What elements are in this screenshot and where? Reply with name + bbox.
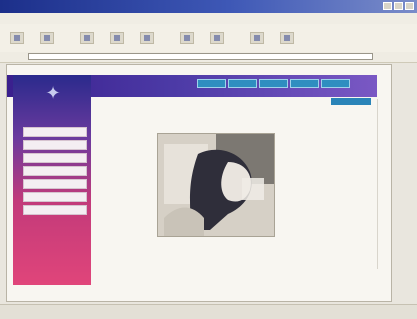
sidebar-item-7[interactable] [23, 205, 87, 215]
site-nav [197, 79, 350, 88]
sidebar-item-2[interactable] [23, 140, 87, 150]
close-button[interactable] [405, 2, 414, 10]
sidebar-item-4[interactable] [23, 166, 87, 176]
photo-image [158, 134, 274, 236]
refresh-button[interactable] [110, 32, 124, 44]
nav-tab-4[interactable] [290, 79, 319, 88]
back-button[interactable] [10, 32, 24, 44]
site-sidebar: ✦ [13, 75, 91, 285]
sidebar-menu [23, 127, 87, 218]
menu-bar [0, 13, 417, 24]
forward-button[interactable] [40, 32, 54, 44]
content-divider [377, 99, 378, 269]
sidebar-item-1[interactable] [23, 127, 87, 137]
nav-tab-2[interactable] [228, 79, 257, 88]
mail-button[interactable] [280, 32, 294, 44]
print-button[interactable] [250, 32, 264, 44]
nav-tab-5[interactable] [321, 79, 350, 88]
favorites-button[interactable] [210, 32, 224, 44]
minimize-button[interactable] [383, 2, 392, 10]
sidebar-item-5[interactable] [23, 179, 87, 189]
home-button[interactable] [140, 32, 154, 44]
window-title-bar[interactable] [0, 0, 417, 13]
nav-tab-3[interactable] [259, 79, 288, 88]
browser-toolbar [0, 24, 417, 53]
address-bar [0, 52, 417, 63]
sidebar-item-6[interactable] [23, 192, 87, 202]
window-controls [383, 2, 414, 10]
address-input[interactable] [28, 53, 373, 60]
stop-button[interactable] [80, 32, 94, 44]
page-viewport[interactable]: ✦ [6, 64, 392, 302]
status-bar [0, 304, 417, 319]
featured-photo [157, 133, 275, 237]
header-sub-button[interactable] [331, 98, 371, 105]
maximize-button[interactable] [394, 2, 403, 10]
nav-tab-1[interactable] [197, 79, 226, 88]
sidebar-item-3[interactable] [23, 153, 87, 163]
search-button[interactable] [180, 32, 194, 44]
site-logo-icon: ✦ [45, 83, 61, 104]
